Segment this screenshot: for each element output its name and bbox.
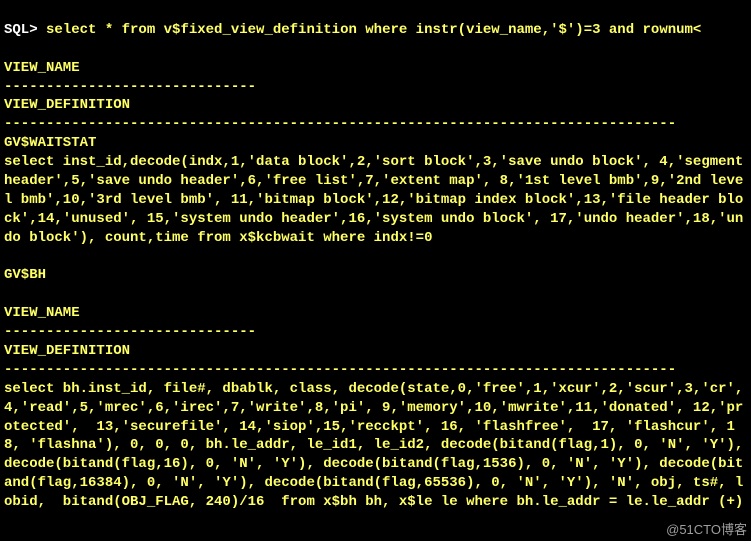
column-header-view-name: VIEW_NAME bbox=[4, 60, 80, 76]
sql-terminal[interactable]: SQL> select * from v$fixed_view_definiti… bbox=[0, 0, 751, 514]
column-rule: ----------------------------------------… bbox=[4, 362, 676, 378]
sql-prompt: SQL> bbox=[4, 22, 46, 38]
column-header-view-name: VIEW_NAME bbox=[4, 305, 80, 321]
row-view-name: GV$WAITSTAT bbox=[4, 135, 96, 151]
column-header-view-definition: VIEW_DEFINITION bbox=[4, 97, 130, 113]
watermark-text: @51CTO博客 bbox=[666, 521, 747, 539]
sql-query: select * from v$fixed_view_definition wh… bbox=[46, 22, 701, 38]
column-rule: ------------------------------ bbox=[4, 79, 256, 95]
row-view-name: GV$BH bbox=[4, 267, 46, 283]
column-header-view-definition: VIEW_DEFINITION bbox=[4, 343, 130, 359]
row-view-definition: select inst_id,decode(indx,1,'data block… bbox=[4, 154, 751, 246]
row-view-definition: select bh.inst_id, file#, dbablk, class,… bbox=[4, 381, 751, 510]
column-rule: ------------------------------ bbox=[4, 324, 256, 340]
column-rule: ----------------------------------------… bbox=[4, 116, 676, 132]
